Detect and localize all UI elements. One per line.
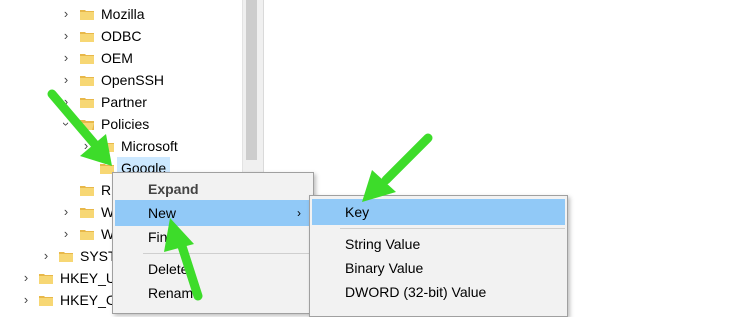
- tree-item-partner[interactable]: › Partner: [0, 91, 242, 113]
- annotation-arrow-icon: [164, 218, 203, 301]
- folder-icon: [80, 52, 94, 64]
- submenu-arrow-icon: ›: [297, 206, 301, 220]
- folder-icon: [80, 74, 94, 86]
- folder-icon: [80, 228, 94, 240]
- tree-item-oem[interactable]: › OEM: [0, 47, 242, 69]
- new-submenu: Key String Value Binary Value DWORD (32-…: [309, 195, 568, 317]
- chevron-right-icon[interactable]: ›: [60, 25, 72, 47]
- tree-item-label: Microsoft: [121, 138, 178, 154]
- tree-item-openssh[interactable]: › OpenSSH: [0, 69, 242, 91]
- tree-item-policies[interactable]: › Policies: [0, 113, 242, 135]
- chevron-right-icon[interactable]: ›: [60, 3, 72, 25]
- chevron-right-icon[interactable]: ›: [20, 267, 32, 289]
- menu-separator: [340, 228, 565, 229]
- chevron-right-icon[interactable]: ›: [60, 223, 72, 245]
- folder-icon: [80, 8, 94, 20]
- tree-item-label: HKEY_U: [60, 270, 117, 286]
- submenu-item-key[interactable]: Key: [312, 199, 565, 225]
- tree-item-label: OEM: [101, 50, 133, 66]
- submenu-item-dword-value[interactable]: DWORD (32-bit) Value: [312, 279, 565, 305]
- folder-icon: [80, 184, 94, 196]
- menu-item-expand[interactable]: Expand: [115, 176, 311, 202]
- submenu-item-string-value[interactable]: String Value: [312, 231, 565, 257]
- folder-icon: [80, 30, 94, 42]
- folder-icon: [39, 272, 53, 284]
- chevron-right-icon[interactable]: ›: [40, 245, 52, 267]
- folder-icon: [80, 206, 94, 218]
- submenu-item-binary-value[interactable]: Binary Value: [312, 255, 565, 281]
- tree-item-label: R: [101, 182, 112, 198]
- chevron-right-icon[interactable]: ›: [60, 47, 72, 69]
- folder-icon: [59, 250, 73, 262]
- scrollbar-thumb[interactable]: [246, 0, 257, 160]
- tree-item-label: ODBC: [101, 28, 142, 44]
- tree-item-odbc[interactable]: › ODBC: [0, 25, 242, 47]
- tree-item-label: Mozilla: [101, 6, 145, 22]
- annotation-arrow-icon: [47, 89, 112, 166]
- folder-icon: [39, 294, 53, 306]
- chevron-right-icon[interactable]: ›: [60, 201, 72, 223]
- tree-item-mozilla[interactable]: › Mozilla: [0, 3, 242, 25]
- annotation-arrow-icon: [362, 133, 433, 202]
- tree-item-microsoft[interactable]: › Microsoft: [0, 135, 242, 157]
